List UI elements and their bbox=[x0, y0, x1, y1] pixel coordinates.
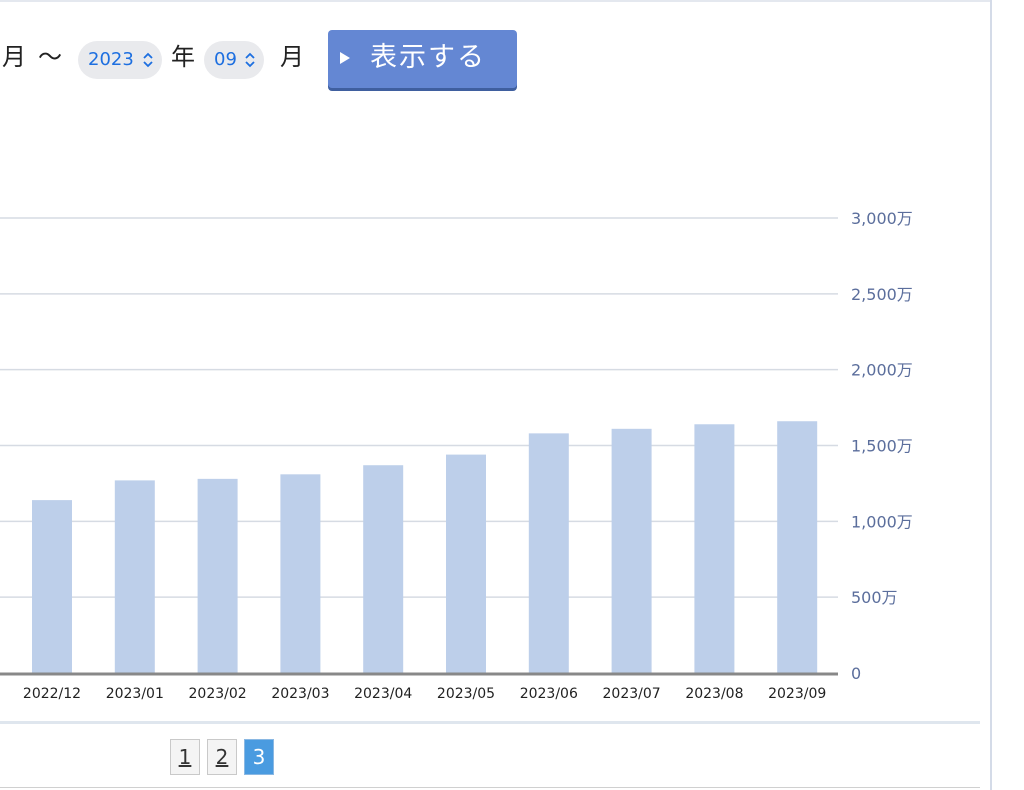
x-tick-label: 2023/08 bbox=[685, 686, 743, 702]
page-1-link[interactable]: 1 bbox=[170, 739, 200, 775]
y-tick-label: 1,000万 bbox=[851, 512, 913, 531]
x-tick-label: 2023/07 bbox=[603, 686, 661, 702]
bar bbox=[694, 424, 735, 673]
bar bbox=[114, 480, 155, 673]
bar bbox=[446, 454, 486, 673]
x-tick-label: 2023/03 bbox=[271, 686, 329, 702]
page-3-current[interactable]: 3 bbox=[244, 739, 274, 775]
y-tick-label: 500万 bbox=[851, 588, 898, 607]
x-tick-label: 2023/05 bbox=[437, 686, 495, 702]
x-tick-label: 2023/02 bbox=[189, 686, 247, 702]
bar bbox=[197, 478, 238, 673]
panel-right-border bbox=[990, 0, 992, 790]
chart-divider bbox=[0, 721, 980, 724]
x-tick-label: 2022/12 bbox=[23, 686, 81, 702]
page-2-link[interactable]: 2 bbox=[207, 739, 237, 775]
bar bbox=[280, 474, 321, 673]
y-tick-label: 2,500万 bbox=[851, 285, 913, 304]
bar-chart: 0 500万 1,000万 1,500万 2,000万 2,500万 3,000万 2022/… bbox=[0, 209, 913, 702]
table-top-border bbox=[0, 787, 980, 788]
x-tick-label: 2023/04 bbox=[354, 686, 412, 702]
bar bbox=[528, 433, 569, 673]
y-tick-label: 0 bbox=[851, 664, 861, 683]
y-tick-label: 3,000万 bbox=[851, 209, 913, 228]
bar bbox=[777, 421, 818, 673]
y-tick-label: 1,500万 bbox=[851, 437, 913, 456]
x-tick-label: 2023/06 bbox=[520, 686, 578, 702]
x-tick-label: 2023/01 bbox=[106, 686, 164, 702]
bar bbox=[363, 465, 404, 673]
bar bbox=[611, 428, 652, 673]
x-tick-label: 2023/09 bbox=[768, 686, 826, 702]
y-tick-label: 2,000万 bbox=[851, 361, 913, 380]
bar bbox=[32, 500, 72, 673]
